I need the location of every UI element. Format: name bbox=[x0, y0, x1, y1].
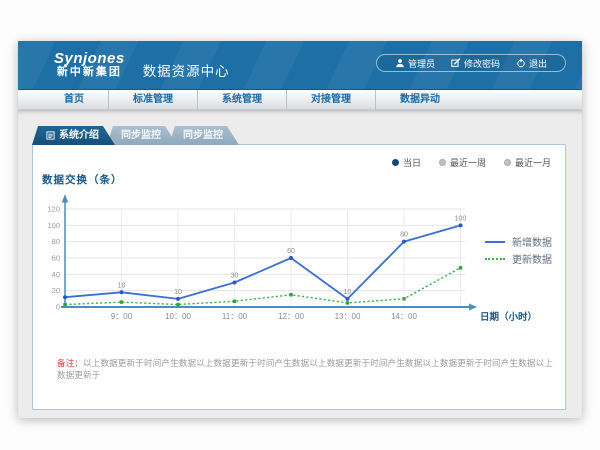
radio-today[interactable]: 当日 bbox=[392, 156, 421, 169]
svg-text:100: 100 bbox=[455, 215, 467, 222]
nav-item-integration[interactable]: 对接管理 bbox=[287, 90, 376, 110]
tab-label: 同步监控 bbox=[183, 126, 223, 145]
tab-sync-monitor-1[interactable]: 同步监控 bbox=[107, 126, 177, 145]
y-axis-title: 数据交换（条） bbox=[42, 172, 123, 187]
footnote-text: 以上数据更新于时间产生数据以上数据更新于时间产生数据以上数据更新于时间产生数据以… bbox=[57, 358, 553, 380]
radio-label: 最近一月 bbox=[515, 156, 551, 169]
footnote-prefix: 备注： bbox=[57, 358, 83, 368]
radio-dot bbox=[439, 159, 446, 166]
nav-item-home[interactable]: 首页 bbox=[40, 90, 109, 110]
svg-text:11：00: 11：00 bbox=[222, 312, 248, 321]
svg-text:14：00: 14：00 bbox=[391, 312, 417, 321]
svg-text:100: 100 bbox=[47, 221, 60, 230]
app-header: Synjones 新中新集团 数据资源中心 管理员 修改密码 退出 bbox=[18, 41, 582, 90]
time-range-radios: 当日 最近一周 最近一月 bbox=[392, 156, 551, 169]
page-content: 系统介绍 同步监控 同步监控 当日 最近一周 bbox=[18, 110, 582, 417]
logo: Synjones 新中新集团 bbox=[54, 51, 125, 78]
svg-text:10: 10 bbox=[344, 289, 352, 296]
document-icon bbox=[46, 131, 55, 140]
logo-en: Synjones bbox=[54, 51, 125, 67]
tab-bar: 系统介绍 同步监控 同步监控 bbox=[32, 126, 239, 145]
user-menu: 管理员 修改密码 退出 bbox=[376, 54, 566, 72]
svg-text:18: 18 bbox=[118, 282, 126, 289]
app-window: Synjones 新中新集团 数据资源中心 管理员 修改密码 退出 首页 标准管… bbox=[18, 41, 582, 418]
logo-cn: 新中新集团 bbox=[54, 67, 125, 79]
user-icon bbox=[395, 58, 405, 68]
svg-text:40: 40 bbox=[52, 270, 60, 279]
user-button-label: 管理员 bbox=[408, 57, 435, 70]
logout-label: 退出 bbox=[529, 57, 547, 70]
svg-text:20: 20 bbox=[52, 286, 60, 295]
radio-dot bbox=[504, 159, 511, 166]
tab-label: 系统介绍 bbox=[59, 126, 99, 145]
footnote: 备注：以上数据更新于时间产生数据以上数据更新于时间产生数据以上数据更新于时间产生… bbox=[57, 357, 553, 381]
main-nav: 首页 标准管理 系统管理 对接管理 数据异动 bbox=[18, 90, 582, 110]
svg-text:9：00: 9：00 bbox=[111, 312, 133, 321]
power-icon bbox=[516, 58, 526, 68]
svg-text:80: 80 bbox=[400, 232, 408, 239]
dotted-line-swatch bbox=[485, 258, 505, 260]
svg-text:60: 60 bbox=[287, 248, 295, 255]
tab-label: 同步监控 bbox=[121, 126, 161, 145]
legend-label: 新增数据 bbox=[512, 234, 552, 249]
nav-item-data-changes[interactable]: 数据异动 bbox=[376, 90, 464, 110]
change-password-button[interactable]: 修改密码 bbox=[443, 57, 508, 70]
svg-text:0: 0 bbox=[56, 303, 60, 312]
svg-text:120: 120 bbox=[47, 205, 60, 214]
tab-sync-monitor-2[interactable]: 同步监控 bbox=[169, 126, 239, 145]
edit-icon bbox=[451, 58, 461, 68]
svg-text:13：00: 13：00 bbox=[335, 312, 361, 321]
radio-last-week[interactable]: 最近一周 bbox=[439, 156, 486, 169]
series-legend: 新增数据 更新数据 bbox=[485, 233, 552, 267]
logout-button[interactable]: 退出 bbox=[508, 57, 555, 70]
legend-new-data: 新增数据 bbox=[485, 233, 552, 250]
radio-label: 当日 bbox=[403, 156, 421, 169]
app-title: 数据资源中心 bbox=[143, 60, 230, 80]
svg-text:80: 80 bbox=[52, 237, 60, 246]
radio-dot bbox=[392, 159, 399, 166]
legend-updated-data: 更新数据 bbox=[485, 250, 552, 267]
legend-label: 更新数据 bbox=[512, 251, 552, 266]
svg-text:60: 60 bbox=[52, 254, 60, 263]
nav-item-system[interactable]: 系统管理 bbox=[198, 90, 287, 110]
solid-line-swatch bbox=[485, 241, 505, 243]
radio-label: 最近一周 bbox=[450, 156, 486, 169]
change-password-label: 修改密码 bbox=[464, 57, 500, 70]
user-button[interactable]: 管理员 bbox=[387, 57, 443, 70]
chart-panel: 当日 最近一周 最近一月 数据交换（条） 0 20 40 60 80 100 120 18 10… bbox=[32, 144, 566, 410]
svg-text:12：00: 12：00 bbox=[278, 312, 304, 321]
svg-text:日期（小时）: 日期（小时） bbox=[480, 311, 537, 323]
nav-item-standards[interactable]: 标准管理 bbox=[109, 90, 198, 110]
svg-text:10: 10 bbox=[174, 289, 182, 296]
svg-text:30: 30 bbox=[231, 273, 239, 280]
tab-system-intro[interactable]: 系统介绍 bbox=[32, 126, 115, 145]
svg-text:10：00: 10：00 bbox=[165, 312, 191, 321]
radio-last-month[interactable]: 最近一月 bbox=[504, 156, 551, 169]
